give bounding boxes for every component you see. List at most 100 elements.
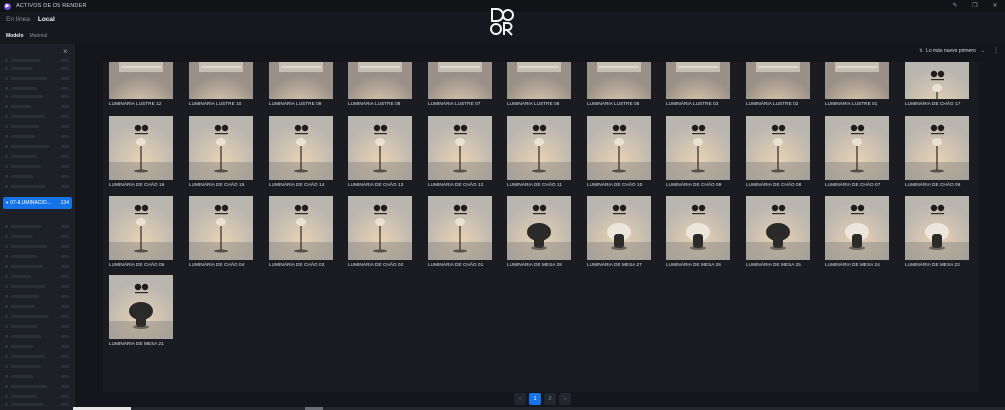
sidebar-item[interactable] xyxy=(5,274,69,279)
sidebar-item[interactable] xyxy=(5,234,69,239)
asset-thumbnail[interactable] xyxy=(587,196,651,260)
page-1-button[interactable]: 1 xyxy=(529,393,541,405)
pin-icon[interactable]: ✎ xyxy=(951,2,959,10)
sidebar-item[interactable] xyxy=(5,334,69,339)
asset-thumbnail[interactable] xyxy=(746,62,810,99)
asset-thumbnail[interactable] xyxy=(428,116,492,180)
asset-thumbnail[interactable] xyxy=(348,116,412,180)
sidebar-item[interactable] xyxy=(5,314,69,319)
asset-thumbnail[interactable] xyxy=(666,196,730,260)
asset-card[interactable]: LUMINÁRIA DE CHÃO 01 xyxy=(425,196,501,272)
sidebar-item[interactable] xyxy=(5,86,69,91)
asset-thumbnail[interactable] xyxy=(746,116,810,180)
asset-card[interactable]: LUMINÁRIA DE MESA 21 xyxy=(106,275,182,351)
asset-thumbnail[interactable] xyxy=(507,62,571,99)
sidebar-item[interactable] xyxy=(5,164,69,169)
asset-card[interactable]: LUMINÁRIA DE CHÃO 07 xyxy=(822,116,898,192)
sidebar-item[interactable] xyxy=(5,94,69,99)
page-2-button[interactable]: 2 xyxy=(544,393,556,405)
more-options-icon[interactable]: ⋮ xyxy=(993,47,999,54)
restore-icon[interactable]: ❐ xyxy=(971,2,979,10)
asset-thumbnail[interactable] xyxy=(825,196,889,260)
asset-thumbnail[interactable] xyxy=(825,116,889,180)
asset-card[interactable]: LUMINÁRIA DE MESA 26 xyxy=(663,196,739,272)
sidebar-item[interactable] xyxy=(5,264,69,269)
asset-card[interactable]: LUMINÁRIA DE CHÃO 10 xyxy=(584,116,660,192)
sidebar-item[interactable] xyxy=(5,124,69,129)
sidebar-item[interactable] xyxy=(5,174,69,179)
asset-card[interactable]: LUMINÁRIA DE MESA 24 xyxy=(822,196,898,272)
sidebar-item[interactable] xyxy=(5,304,69,309)
sidebar-item[interactable] xyxy=(5,76,69,81)
asset-card[interactable]: LUMINÁRIA DE CHÃO 16 xyxy=(106,116,182,192)
asset-thumbnail[interactable] xyxy=(189,196,253,260)
tab-en-linea[interactable]: En línea xyxy=(6,16,30,23)
asset-thumbnail[interactable] xyxy=(587,116,651,180)
sidebar-item[interactable] xyxy=(5,134,69,139)
asset-thumbnail[interactable] xyxy=(428,62,492,99)
sidebar-item[interactable] xyxy=(5,104,69,109)
asset-thumbnail[interactable] xyxy=(666,116,730,180)
asset-card[interactable]: LUMINÁRIA DE CHÃO 03 xyxy=(266,196,342,272)
asset-thumbnail[interactable] xyxy=(269,196,333,260)
asset-thumbnail[interactable] xyxy=(905,62,969,99)
sidebar-item[interactable] xyxy=(5,294,69,299)
asset-thumbnail[interactable] xyxy=(269,116,333,180)
asset-card[interactable]: LUMINÁRIA DE MESA 28 xyxy=(504,196,580,272)
asset-thumbnail[interactable] xyxy=(905,116,969,180)
asset-card[interactable]: LUMINÁRIA DE CHÃO 13 xyxy=(345,116,421,192)
asset-thumbnail[interactable] xyxy=(507,196,571,260)
asset-thumbnail[interactable] xyxy=(905,196,969,260)
asset-card[interactable]: LUMINÁRIA DE MESA 22 xyxy=(902,196,978,272)
sidebar-item[interactable] xyxy=(5,224,69,229)
asset-thumbnail[interactable] xyxy=(269,62,333,99)
asset-thumbnail[interactable] xyxy=(587,62,651,99)
close-sidebar-icon[interactable]: × xyxy=(63,47,68,56)
asset-thumbnail[interactable] xyxy=(189,62,253,99)
sidebar-item[interactable] xyxy=(5,284,69,289)
asset-card[interactable]: LUMINÁRIA DE CHÃO 09 xyxy=(663,116,739,192)
asset-card[interactable]: LUMINÁRIA DE MESA 25 xyxy=(743,196,819,272)
asset-card[interactable]: LUMINÁRIA DE CHÃO 14 xyxy=(266,116,342,192)
asset-card[interactable]: LUMINÁRIA DE CHÃO 02 xyxy=(345,196,421,272)
asset-thumbnail[interactable] xyxy=(109,275,173,339)
prev-page-button[interactable]: ‹ xyxy=(514,393,526,405)
asset-card[interactable]: LUMINÁRIA DE CHÃO 12 xyxy=(425,116,501,192)
asset-thumbnail[interactable] xyxy=(348,196,412,260)
sidebar-item[interactable] xyxy=(5,254,69,259)
sidebar-item[interactable] xyxy=(5,354,69,359)
tab-local[interactable]: Local xyxy=(38,16,55,23)
asset-thumbnail[interactable] xyxy=(109,62,173,99)
asset-thumbnail[interactable] xyxy=(666,62,730,99)
tab-modelo[interactable]: Modelo xyxy=(6,33,24,39)
sidebar-item[interactable] xyxy=(5,384,69,389)
sidebar-item[interactable] xyxy=(5,244,69,249)
asset-card[interactable]: LUMINÁRIA DE CHÃO 05 xyxy=(106,196,182,272)
asset-thumbnail[interactable] xyxy=(348,62,412,99)
asset-thumbnail[interactable] xyxy=(428,196,492,260)
asset-card[interactable]: LUMINÁRIA DE CHÃO 15 xyxy=(186,116,262,192)
sidebar-item[interactable] xyxy=(5,114,69,119)
sidebar-item-selected[interactable]: ▾ 07-ILUMINACIO... 134 xyxy=(3,197,72,209)
sidebar-item[interactable] xyxy=(5,58,69,63)
asset-thumbnail[interactable] xyxy=(825,62,889,99)
tab-material[interactable]: Material xyxy=(30,33,48,39)
asset-thumbnail[interactable] xyxy=(109,196,173,260)
sidebar-item[interactable] xyxy=(5,66,69,71)
sidebar-item[interactable] xyxy=(5,144,69,149)
sort-control[interactable]: ⇅ Lo más nuevo primero ⌄ ⋮ xyxy=(919,47,999,55)
asset-card[interactable]: LUMINÁRIA DE MESA 27 xyxy=(584,196,660,272)
sidebar-item[interactable] xyxy=(5,154,69,159)
asset-thumbnail[interactable] xyxy=(109,116,173,180)
asset-card[interactable]: LUMINÁRIA DE CHÃO 11 xyxy=(504,116,580,192)
sidebar-item[interactable] xyxy=(5,374,69,379)
sidebar-item[interactable] xyxy=(5,402,69,407)
close-icon[interactable]: ✕ xyxy=(991,2,999,10)
asset-thumbnail[interactable] xyxy=(746,196,810,260)
asset-card[interactable]: LUMINÁRIA DE CHÃO 04 xyxy=(186,196,262,272)
asset-card[interactable]: LUMINÁRIA DE CHÃO 08 xyxy=(743,116,819,192)
asset-thumbnail[interactable] xyxy=(189,116,253,180)
next-page-button[interactable]: › xyxy=(559,393,571,405)
asset-thumbnail[interactable] xyxy=(507,116,571,180)
sidebar-item[interactable] xyxy=(5,364,69,369)
